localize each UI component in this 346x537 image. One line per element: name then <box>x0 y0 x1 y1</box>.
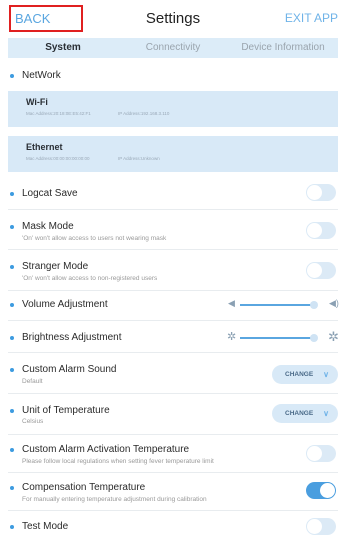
wifi-ip-address: IP Address:192.168.3.110 <box>118 111 170 116</box>
stranger-mode-description: 'On' won't allow access to non-registere… <box>22 275 158 282</box>
unit-of-temperature-label: Unit of Temperature <box>22 405 110 416</box>
divider <box>8 352 338 353</box>
network-section-label: NetWork <box>22 70 61 81</box>
alarm-activation-temperature-toggle[interactable] <box>306 445 336 462</box>
bullet-icon <box>10 409 14 413</box>
divider <box>8 472 338 473</box>
bullet-icon <box>10 225 14 229</box>
wifi-mac-address: Mac Address:20:18:0E:E5:42:F1 <box>26 111 91 116</box>
toggle-knob <box>320 483 335 498</box>
mask-mode-description: 'On' won't allow access to users not wea… <box>22 235 167 242</box>
test-mode-label: Test Mode <box>22 521 69 532</box>
toggle-knob <box>307 185 322 200</box>
brightness-high-icon: ✲ <box>328 329 339 344</box>
wifi-card[interactable]: Wi-Fi Mac Address:20:18:0E:E5:42:F1 IP A… <box>8 91 338 127</box>
divider <box>8 209 338 210</box>
test-mode-toggle[interactable] <box>306 518 336 535</box>
custom-alarm-activation-temperature-label: Custom Alarm Activation Temperature <box>22 444 190 455</box>
divider <box>8 510 338 511</box>
change-button-label: CHANGE <box>285 410 314 417</box>
tab-device-information[interactable]: Device Information <box>228 38 338 58</box>
chevron-down-icon: ∨ <box>323 409 329 418</box>
logcat-save-toggle[interactable] <box>306 184 336 201</box>
divider <box>8 290 338 291</box>
divider <box>8 393 338 394</box>
wifi-name: Wi-Fi <box>26 97 48 107</box>
brightness-adjustment-label: Brightness Adjustment <box>22 332 122 343</box>
bullet-icon <box>10 525 14 529</box>
toggle-knob <box>307 519 322 534</box>
custom-alarm-activation-temperature-description: Please follow local regulations when set… <box>22 458 214 465</box>
divider <box>8 320 338 321</box>
slider-thumb[interactable] <box>310 334 318 342</box>
bullet-icon <box>10 448 14 452</box>
custom-alarm-sound-label: Custom Alarm Sound <box>22 364 117 375</box>
ethernet-name: Ethernet <box>26 142 63 152</box>
chevron-down-icon: ∨ <box>323 370 329 379</box>
alarm-sound-change-button[interactable]: CHANGE ∨ <box>272 365 338 384</box>
bullet-icon <box>10 486 14 490</box>
volume-slider[interactable] <box>240 301 318 309</box>
toggle-knob <box>307 263 322 278</box>
mask-mode-toggle[interactable] <box>306 222 336 239</box>
compensation-temperature-label: Compensation Temperature <box>22 482 146 493</box>
slider-thumb[interactable] <box>310 301 318 309</box>
bullet-icon <box>10 368 14 372</box>
stranger-mode-toggle[interactable] <box>306 262 336 279</box>
brightness-low-icon: ✲ <box>227 331 237 343</box>
toggle-knob <box>307 446 322 461</box>
bullet-icon <box>10 303 14 307</box>
brightness-slider[interactable] <box>240 334 318 342</box>
tab-bar: System Connectivity Device Information <box>8 38 338 58</box>
ethernet-mac-address: Mac Address:00:00:00:00:00:00 <box>26 156 90 161</box>
mask-mode-label: Mask Mode <box>22 221 74 232</box>
temperature-unit-change-button[interactable]: CHANGE ∨ <box>272 404 338 423</box>
toggle-knob <box>307 223 322 238</box>
ethernet-ip-address: IP Address:Unknown <box>118 156 160 161</box>
exit-app-button[interactable]: EXIT APP <box>285 11 338 25</box>
change-button-label: CHANGE <box>285 371 314 378</box>
bullet-icon <box>10 336 14 340</box>
stranger-mode-label: Stranger Mode <box>22 261 89 272</box>
volume-low-icon: ◀ <box>228 298 235 308</box>
custom-alarm-sound-value: Default <box>22 378 43 385</box>
divider <box>8 249 338 250</box>
bullet-icon <box>10 192 14 196</box>
compensation-temperature-description: For manually entering temperature adjust… <box>22 496 207 503</box>
compensation-temperature-toggle[interactable] <box>306 482 336 499</box>
tab-connectivity[interactable]: Connectivity <box>118 38 228 58</box>
logcat-save-label: Logcat Save <box>22 188 78 199</box>
tab-system[interactable]: System <box>8 38 118 58</box>
volume-high-icon: ◀) <box>329 298 339 308</box>
bullet-icon <box>10 265 14 269</box>
volume-adjustment-label: Volume Adjustment <box>22 299 108 310</box>
bullet-icon <box>10 74 14 78</box>
top-bar: BACK Settings EXIT APP <box>0 0 346 36</box>
unit-of-temperature-value: Celsius <box>22 418 44 425</box>
divider <box>8 434 338 435</box>
ethernet-card[interactable]: Ethernet Mac Address:00:00:00:00:00:00 I… <box>8 136 338 172</box>
